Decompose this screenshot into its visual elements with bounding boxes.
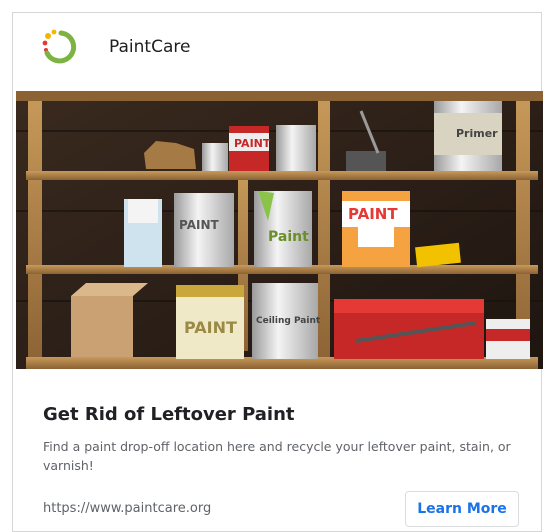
paintcare-logo-icon	[42, 29, 77, 64]
ad-header: PaintCare	[13, 13, 543, 89]
paint-shelf-illustration: PAINT PAINT Paint PAINT Ceiling Paint PA…	[16, 91, 543, 369]
can-label: Ceiling Paint	[256, 316, 321, 326]
ad-card[interactable]: PaintCare PAINT PAINT Paint PAINT Ceilin…	[12, 12, 543, 532]
learn-more-button[interactable]: Learn More	[405, 491, 519, 527]
brand-name: PaintCare	[109, 37, 191, 57]
can-label: Paint	[268, 229, 309, 245]
can-label: PAINT	[184, 318, 237, 337]
can-label: PAINT	[348, 205, 398, 223]
can-label: PAINT	[179, 218, 219, 232]
ad-title[interactable]: Get Rid of Leftover Paint	[43, 404, 295, 425]
can-label: Primer	[456, 127, 498, 140]
ad-description: Find a paint drop-off location here and …	[43, 439, 511, 473]
hero-image[interactable]: PAINT PAINT Paint PAINT Ceiling Paint PA…	[16, 91, 543, 369]
can-label: PAINT	[234, 137, 271, 150]
ad-url[interactable]: https://www.paintcare.org	[43, 501, 211, 516]
